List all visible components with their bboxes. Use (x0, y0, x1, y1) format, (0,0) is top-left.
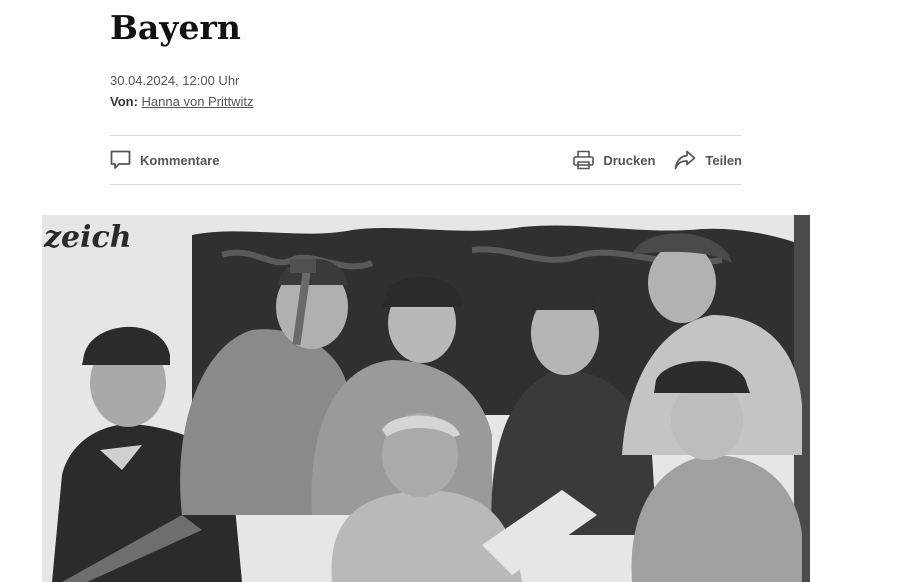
print-button[interactable]: Drucken (573, 150, 655, 170)
share-arrow-icon (674, 150, 696, 170)
publish-date: 30.04.2024, 12:00 Uhr (110, 73, 240, 88)
print-label: Drucken (603, 152, 656, 168)
toolbar-actions: Drucken Teilen (573, 150, 742, 170)
article-meta: 30.04.2024, 12:00 Uhr Von: Hanna von Pri… (110, 73, 254, 110)
share-label: Teilen (705, 152, 742, 168)
printer-icon (573, 150, 595, 170)
article-headline: Bayern (110, 8, 241, 47)
share-button[interactable]: Teilen (674, 150, 742, 170)
author-link[interactable]: Hanna von Prittwitz (142, 94, 254, 109)
article-photo: zeich (42, 215, 810, 582)
historical-photo: zeich (42, 215, 810, 582)
comments-button[interactable]: Kommentare (110, 150, 219, 170)
comments-label: Kommentare (140, 152, 220, 168)
byline-prefix: Von: (110, 94, 138, 109)
comment-icon (110, 150, 131, 170)
byline: Von: Hanna von Prittwitz (110, 94, 254, 110)
article-toolbar: Kommentare Drucken Teilen (110, 135, 742, 185)
photo-sign-text: zeich (43, 220, 132, 255)
